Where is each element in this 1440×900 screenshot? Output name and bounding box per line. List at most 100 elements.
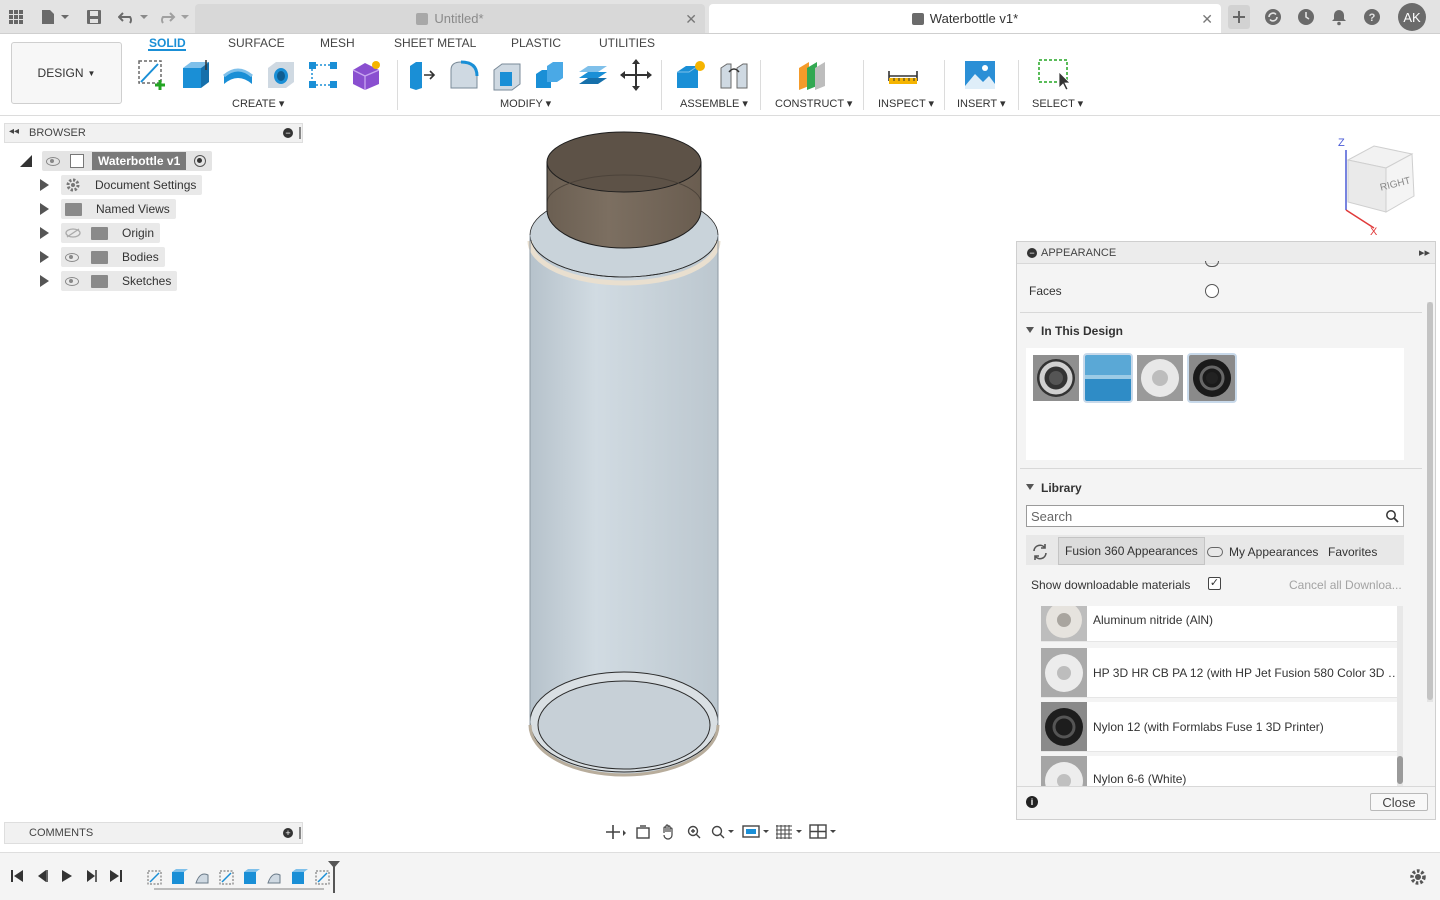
file-menu-icon[interactable] bbox=[38, 6, 70, 28]
shell-icon[interactable] bbox=[490, 58, 524, 92]
orbit-icon[interactable] bbox=[603, 822, 629, 842]
activate-radio-icon[interactable] bbox=[194, 155, 207, 167]
data-panel-icon[interactable] bbox=[1263, 6, 1283, 28]
browser-item-sketches[interactable]: Sketches bbox=[38, 271, 178, 291]
construct-menu[interactable]: CONSTRUCT ▾ bbox=[775, 97, 852, 110]
faces-radio[interactable] bbox=[1205, 284, 1219, 298]
browser-item-bodies[interactable]: Bodies bbox=[38, 247, 165, 267]
search-icon[interactable] bbox=[1385, 509, 1399, 523]
collapse-browser-icon[interactable]: ◂◂ bbox=[9, 126, 19, 137]
browser-item-origin[interactable]: Origin bbox=[38, 223, 161, 243]
tab-utilities[interactable]: UTILITIES bbox=[599, 36, 655, 50]
select-box-icon[interactable] bbox=[1037, 58, 1071, 92]
section-collapse-icon[interactable] bbox=[1026, 484, 1034, 490]
panel-scrollbar[interactable] bbox=[1427, 302, 1433, 702]
browser-root-row[interactable]: Waterbottle v1 bbox=[20, 151, 213, 171]
apps-grid-icon[interactable] bbox=[7, 6, 25, 28]
info-icon[interactable]: i bbox=[1026, 796, 1038, 808]
expand-panel-icon[interactable]: ▸▸ bbox=[1419, 246, 1430, 259]
library-item[interactable]: HP 3D HR CB PA 12 (with HP Jet Fusion 58… bbox=[1041, 648, 1403, 698]
browser-options-icon[interactable]: − bbox=[283, 128, 293, 138]
refresh-icon[interactable] bbox=[1031, 537, 1053, 567]
tab-mesh[interactable]: MESH bbox=[320, 36, 355, 50]
grid-settings-icon[interactable] bbox=[774, 822, 806, 842]
add-comment-icon[interactable]: + bbox=[283, 828, 293, 838]
look-at-icon[interactable] bbox=[631, 822, 655, 842]
root-component-pill[interactable]: Waterbottle v1 bbox=[42, 151, 213, 171]
appearance-swatch-white[interactable] bbox=[1137, 355, 1183, 401]
timeline-settings-gear-icon[interactable] bbox=[1409, 868, 1427, 886]
hole-icon[interactable] bbox=[264, 58, 298, 92]
create-menu[interactable]: CREATE ▾ bbox=[232, 97, 284, 110]
list-scrollbar[interactable] bbox=[1397, 606, 1403, 786]
step-back-icon[interactable] bbox=[35, 869, 49, 883]
go-to-end-icon[interactable] bbox=[109, 869, 123, 883]
library-search-input[interactable]: Search bbox=[1026, 505, 1404, 527]
appearance-swatch-blue-plastic[interactable] bbox=[1083, 353, 1133, 403]
select-menu[interactable]: SELECT ▾ bbox=[1032, 97, 1083, 110]
appearance-swatch-black[interactable] bbox=[1187, 353, 1237, 403]
go-to-start-icon[interactable] bbox=[10, 869, 24, 883]
create-sketch-icon[interactable] bbox=[136, 58, 170, 92]
new-component-icon[interactable] bbox=[674, 58, 708, 92]
bodies-radio-partial[interactable] bbox=[1205, 261, 1219, 267]
expand-triangle-icon[interactable] bbox=[40, 227, 49, 239]
close-button[interactable]: Close bbox=[1370, 793, 1428, 811]
fillet-icon[interactable] bbox=[447, 58, 481, 92]
modify-menu[interactable]: MODIFY ▾ bbox=[500, 97, 551, 110]
redo-icon[interactable] bbox=[158, 6, 190, 28]
expand-triangle-icon[interactable] bbox=[40, 179, 49, 191]
library-item[interactable]: Nylon 6-6 (White) bbox=[1041, 756, 1403, 786]
insert-image-icon[interactable] bbox=[963, 58, 997, 92]
cancel-downloads-link[interactable]: Cancel all Downloa... bbox=[1289, 578, 1402, 592]
joint-icon[interactable] bbox=[717, 58, 751, 92]
panel-grip-icon[interactable] bbox=[299, 827, 301, 839]
tab-favorites[interactable]: Favorites bbox=[1328, 537, 1377, 567]
new-tab-plus-icon[interactable] bbox=[1228, 5, 1250, 29]
job-status-icon[interactable] bbox=[1296, 6, 1316, 28]
section-collapse-icon[interactable] bbox=[1026, 327, 1034, 333]
eye-hidden-icon[interactable] bbox=[65, 228, 81, 238]
viewcube[interactable]: RIGHT Z X bbox=[1330, 132, 1430, 237]
eye-icon[interactable] bbox=[65, 276, 79, 286]
undo-icon[interactable] bbox=[117, 6, 149, 28]
tab-sheet-metal[interactable]: SHEET METAL bbox=[394, 36, 476, 50]
panel-minimize-icon[interactable]: − bbox=[1027, 248, 1037, 258]
extrude-icon[interactable] bbox=[179, 58, 213, 92]
save-icon[interactable] bbox=[85, 6, 103, 28]
insert-menu[interactable]: INSERT ▾ bbox=[957, 97, 1006, 110]
bottle-model[interactable] bbox=[510, 125, 740, 785]
press-pull-icon[interactable] bbox=[404, 58, 438, 92]
tab-my-appearances[interactable]: My Appearances bbox=[1207, 537, 1318, 567]
appearance-swatch-metal[interactable] bbox=[1033, 355, 1079, 401]
user-avatar[interactable]: AK bbox=[1398, 3, 1426, 31]
move-copy-icon[interactable] bbox=[619, 58, 653, 92]
combine-icon[interactable] bbox=[533, 58, 567, 92]
measure-icon[interactable] bbox=[886, 58, 920, 92]
create-form-icon[interactable] bbox=[349, 58, 383, 92]
close-tab-icon[interactable]: ✕ bbox=[685, 11, 697, 28]
show-downloadable-checkbox[interactable]: ✓ bbox=[1208, 577, 1221, 590]
zoom-icon[interactable] bbox=[682, 822, 706, 842]
expand-triangle-icon[interactable] bbox=[40, 251, 49, 263]
display-settings-icon[interactable] bbox=[740, 822, 772, 842]
eye-icon[interactable] bbox=[46, 156, 60, 166]
library-item[interactable]: Nylon 12 (with Formlabs Fuse 1 3D Printe… bbox=[1041, 702, 1403, 752]
inspect-menu[interactable]: INSPECT ▾ bbox=[878, 97, 934, 110]
notifications-bell-icon[interactable] bbox=[1329, 6, 1349, 28]
pan-hand-icon[interactable] bbox=[657, 822, 681, 842]
expand-triangle-icon[interactable] bbox=[40, 203, 49, 215]
library-item[interactable]: Aluminum nitride (AlN) bbox=[1041, 606, 1403, 642]
step-forward-icon[interactable] bbox=[84, 869, 98, 883]
offset-face-icon[interactable] bbox=[576, 58, 610, 92]
close-tab-icon[interactable]: ✕ bbox=[1201, 11, 1213, 28]
browser-item-named-views[interactable]: Named Views bbox=[38, 199, 176, 219]
panel-grip-icon[interactable] bbox=[299, 127, 301, 139]
revolve-icon[interactable] bbox=[221, 58, 255, 92]
eye-icon[interactable] bbox=[65, 252, 79, 262]
offset-plane-icon[interactable] bbox=[795, 58, 829, 92]
assemble-menu[interactable]: ASSEMBLE ▾ bbox=[680, 97, 748, 110]
expand-triangle-icon[interactable] bbox=[40, 275, 49, 287]
browser-item-document-settings[interactable]: Document Settings bbox=[38, 175, 203, 195]
collapse-triangle-icon[interactable] bbox=[20, 155, 32, 167]
